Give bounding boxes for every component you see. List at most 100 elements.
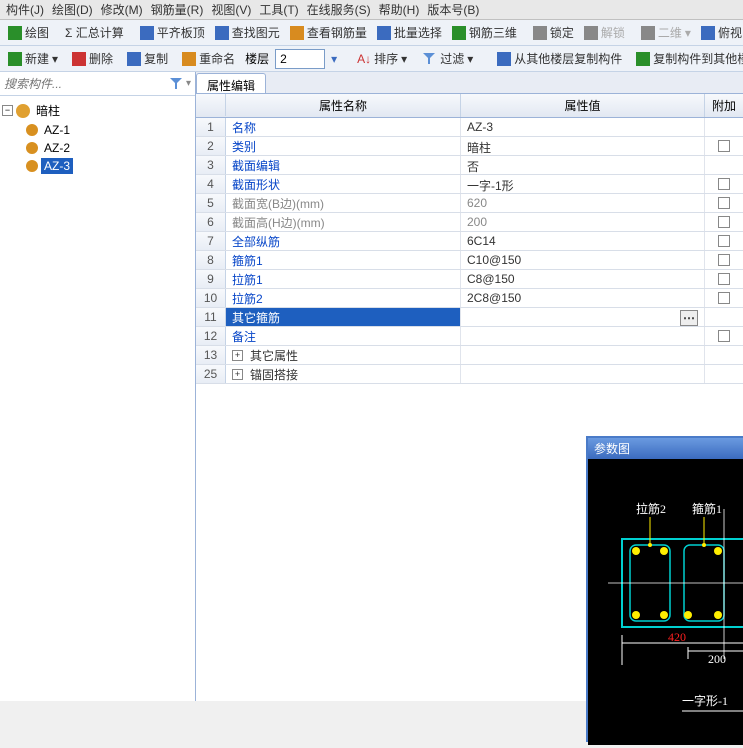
- property-value[interactable]: 620: [461, 194, 705, 212]
- diagram-popup[interactable]: 参数图: [586, 436, 743, 742]
- lock-icon: [533, 26, 547, 40]
- expand-icon[interactable]: +: [232, 369, 243, 380]
- property-value[interactable]: C8@150: [461, 270, 705, 288]
- tree-item[interactable]: AZ-3: [26, 157, 193, 175]
- twod-button[interactable]: 二维 ▾: [637, 22, 695, 43]
- checkbox[interactable]: [718, 216, 730, 228]
- batch-button[interactable]: 批量选择: [373, 22, 446, 43]
- property-row[interactable]: 9拉筋1C8@150: [196, 270, 743, 289]
- checkbox[interactable]: [718, 273, 730, 285]
- checkbox[interactable]: [718, 235, 730, 247]
- funnel-icon[interactable]: [168, 76, 184, 92]
- property-value[interactable]: 否: [461, 156, 705, 174]
- property-row[interactable]: 8箍筋1C10@150: [196, 251, 743, 270]
- header-rownum: [196, 94, 226, 116]
- property-row[interactable]: 12备注: [196, 327, 743, 346]
- collapse-icon[interactable]: −: [2, 105, 13, 116]
- sort-button[interactable]: A↓排序 ▾: [353, 48, 411, 69]
- tree-item[interactable]: AZ-1: [26, 121, 193, 139]
- property-name: +锚固搭接: [226, 365, 461, 383]
- menu-item[interactable]: 在线服务(S): [305, 1, 373, 18]
- row-number: 11: [196, 308, 226, 326]
- property-value[interactable]: C10@150: [461, 251, 705, 269]
- svg-text:拉筋2: 拉筋2: [636, 501, 666, 516]
- draw-button[interactable]: 绘图: [4, 22, 53, 43]
- sum-button[interactable]: Σ 汇总计算: [61, 22, 128, 43]
- property-value[interactable]: ⋯: [461, 308, 705, 326]
- property-name: 其它箍筋: [226, 308, 461, 326]
- rebar-button[interactable]: 查看钢筋量: [286, 22, 371, 43]
- row-number: 13: [196, 346, 226, 364]
- search-input[interactable]: [4, 77, 168, 91]
- property-name: 截面编辑: [226, 156, 461, 174]
- floor-select[interactable]: [275, 49, 325, 69]
- property-value[interactable]: 200: [461, 213, 705, 231]
- row-number: 25: [196, 365, 226, 383]
- filter-button[interactable]: 过滤 ▾: [417, 48, 477, 69]
- checkbox[interactable]: [718, 178, 730, 190]
- property-name: 名称: [226, 118, 461, 136]
- find-button[interactable]: 查找图元: [211, 22, 284, 43]
- property-value[interactable]: 一字-1形: [461, 175, 705, 193]
- delete-button[interactable]: 删除: [68, 48, 117, 69]
- property-row[interactable]: 7全部纵筋6C14: [196, 232, 743, 251]
- dropdown-icon[interactable]: ▾: [331, 52, 337, 66]
- new-button[interactable]: 新建 ▾: [4, 48, 62, 69]
- ellipsis-button[interactable]: ⋯: [680, 310, 698, 326]
- svg-text:420: 420: [668, 630, 686, 644]
- property-row[interactable]: 4截面形状一字-1形: [196, 175, 743, 194]
- checkbox[interactable]: [718, 292, 730, 304]
- topview-button[interactable]: 俯视: [697, 22, 743, 43]
- property-row[interactable]: 10拉筋22C8@150: [196, 289, 743, 308]
- property-row[interactable]: 6截面高(H边)(mm)200: [196, 213, 743, 232]
- checkbox[interactable]: [718, 197, 730, 209]
- extra-cell: [705, 213, 743, 231]
- property-value[interactable]: [461, 327, 705, 345]
- menu-item[interactable]: 修改(M): [99, 1, 145, 18]
- dropdown-icon[interactable]: ▾: [186, 78, 191, 89]
- flat-button[interactable]: 平齐板顶: [136, 22, 209, 43]
- rebar3d-button[interactable]: 钢筋三维: [448, 22, 521, 43]
- menu-item[interactable]: 构件(J): [4, 1, 46, 18]
- menu-item[interactable]: 钢筋量(R): [149, 1, 206, 18]
- menu-item[interactable]: 版本号(B): [425, 1, 481, 18]
- tab-properties[interactable]: 属性编辑: [196, 73, 266, 93]
- property-value[interactable]: 暗柱: [461, 137, 705, 155]
- extra-cell: [705, 156, 743, 174]
- property-value[interactable]: [461, 365, 705, 383]
- property-row[interactable]: 25+锚固搭接: [196, 365, 743, 384]
- property-value[interactable]: AZ-3: [461, 118, 705, 136]
- toolbar-secondary: 新建 ▾ 删除 复制 重命名 楼层 ▾ A↓排序 ▾ 过滤 ▾ 从其他楼层复制构…: [0, 46, 743, 72]
- extra-cell: [705, 118, 743, 136]
- checkbox[interactable]: [718, 140, 730, 152]
- menu-item[interactable]: 帮助(H): [377, 1, 422, 18]
- checkbox[interactable]: [718, 254, 730, 266]
- expand-icon[interactable]: +: [232, 350, 243, 361]
- checkbox[interactable]: [718, 330, 730, 342]
- property-row[interactable]: 2类别暗柱: [196, 137, 743, 156]
- property-value[interactable]: 6C14: [461, 232, 705, 250]
- property-row[interactable]: 1名称AZ-3: [196, 118, 743, 137]
- tree-root[interactable]: − 暗柱: [2, 100, 193, 121]
- property-row[interactable]: 13+其它属性: [196, 346, 743, 365]
- header-value: 属性值: [461, 94, 705, 117]
- copy-icon: [127, 52, 141, 66]
- unlock-button[interactable]: 解锁: [580, 22, 629, 43]
- header-name: 属性名称: [226, 94, 461, 117]
- menu-item[interactable]: 绘图(D): [50, 1, 95, 18]
- property-value[interactable]: [461, 346, 705, 364]
- copyfrom-button[interactable]: 从其他楼层复制构件: [493, 48, 626, 69]
- property-row[interactable]: 11其它箍筋 ⋯: [196, 308, 743, 327]
- rename-button[interactable]: 重命名: [178, 48, 239, 69]
- menu-item[interactable]: 视图(V): [209, 1, 253, 18]
- property-value[interactable]: 2C8@150: [461, 289, 705, 307]
- rename-icon: [182, 52, 196, 66]
- tree-item[interactable]: AZ-2: [26, 139, 193, 157]
- extra-cell: [705, 365, 743, 383]
- property-row[interactable]: 5截面宽(B边)(mm)620: [196, 194, 743, 213]
- menu-item[interactable]: 工具(T): [257, 1, 300, 18]
- copyto-button[interactable]: 复制构件到其他楼层: [632, 48, 743, 69]
- copy-button[interactable]: 复制: [123, 48, 172, 69]
- lock-button[interactable]: 锁定: [529, 22, 578, 43]
- property-row[interactable]: 3截面编辑否: [196, 156, 743, 175]
